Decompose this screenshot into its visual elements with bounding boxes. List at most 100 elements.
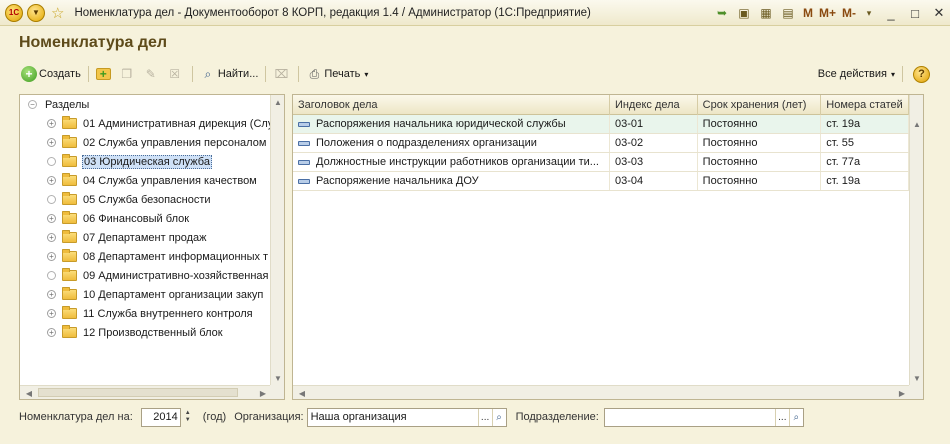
expand-icon[interactable]: + [47, 290, 56, 299]
tree-item[interactable]: +08 Департамент информационных т [20, 247, 270, 266]
expand-icon[interactable]: + [47, 176, 56, 185]
organization-field[interactable]: Наша организация ... ⌕ [306, 407, 507, 427]
cancel-search-button[interactable]: ⌧ [270, 63, 294, 85]
tree-item-label: 06 Финансовый блок [83, 212, 190, 225]
column-header-articles[interactable]: Номера статей [821, 95, 909, 115]
folder-icon [62, 135, 77, 148]
year-stepper[interactable]: ▲ ▼ [183, 409, 193, 426]
tree-item[interactable]: 03 Юридическая служба [20, 152, 270, 171]
expand-icon[interactable]: + [47, 233, 56, 242]
cell-text: ст. 19а [826, 118, 861, 130]
expand-icon[interactable]: + [47, 214, 56, 223]
scroll-right-icon[interactable]: ▶ [895, 386, 909, 400]
form-title: Номенклатура дел [19, 34, 168, 51]
table-row[interactable]: Должностные инструкции работников органи… [293, 153, 909, 172]
table-cell-articles: ст. 19а [821, 115, 909, 133]
cell-text: 03-03 [614, 156, 644, 168]
help-icon[interactable]: ? [913, 65, 930, 83]
spin-up-icon[interactable]: ▲ [185, 410, 191, 417]
scroll-corner [909, 385, 923, 399]
expand-icon[interactable]: + [47, 328, 56, 337]
tree-item[interactable]: +02 Служба управления персоналом [20, 133, 270, 152]
department-select-button[interactable]: ... [774, 408, 789, 426]
organization-select-button[interactable]: ... [477, 408, 492, 426]
print-button[interactable]: ⎙ Печать ▾ [303, 63, 371, 85]
column-header-title[interactable]: Заголовок дела [293, 95, 610, 115]
find-button[interactable]: ⌕ Найти... [197, 63, 262, 85]
tree-item[interactable]: +11 Служба внутреннего контроля [20, 304, 270, 323]
column-header-term[interactable]: Срок хранения (лет) [698, 95, 822, 115]
cell-text: ст. 55 [826, 137, 854, 149]
memory-m-button[interactable]: M [803, 6, 813, 20]
memory-m-plus-button[interactable]: M+ [819, 6, 836, 20]
cell-text: ст. 77а [826, 156, 861, 168]
table-cell-term: Постоянно [698, 172, 822, 190]
maximize-button[interactable]: □ [904, 3, 926, 23]
table-cell-title: Должностные инструкции работников органи… [293, 153, 610, 171]
scroll-right-icon[interactable]: ▶ [256, 386, 270, 400]
tree-item[interactable]: +04 Служба управления качеством [20, 171, 270, 190]
app-logo-icon[interactable]: 1С [5, 3, 23, 22]
copy-button[interactable]: ❐ [116, 63, 140, 85]
scroll-left-icon[interactable]: ◀ [295, 386, 309, 400]
cases-table[interactable]: Заголовок дела Индекс дела Срок хранения… [292, 94, 924, 400]
collapse-icon[interactable]: − [28, 100, 37, 109]
all-actions-button[interactable]: Все действия ▾ [815, 63, 898, 85]
scroll-up-icon[interactable]: ▲ [910, 117, 924, 131]
year-field[interactable]: 2014 [140, 407, 181, 427]
tree-item[interactable]: 09 Административно-хозяйственная [20, 266, 270, 285]
favorites-star-icon[interactable]: ☆ [51, 4, 64, 22]
save-link-icon[interactable]: ▣ [735, 4, 753, 22]
search-icon[interactable]: ⌕ [788, 408, 803, 426]
create-button[interactable]: + Создать [18, 63, 84, 85]
expand-icon[interactable]: + [47, 252, 56, 261]
case-icon [298, 140, 310, 146]
scroll-left-icon[interactable]: ◀ [22, 386, 36, 400]
edit-button[interactable]: ✎ [140, 63, 164, 85]
table-row[interactable]: Распоряжения начальника юридической служ… [293, 115, 909, 134]
calendar-icon[interactable]: ▤ [779, 4, 797, 22]
tree-item[interactable]: +07 Департамент продаж [20, 228, 270, 247]
main-menu-button[interactable]: ▼ [27, 3, 45, 22]
table-cell-term: Постоянно [698, 115, 822, 133]
close-button[interactable]: ✕ [928, 3, 950, 23]
folder-icon [62, 325, 77, 338]
table-row[interactable]: Положения о подразделениях организации 03… [293, 134, 909, 153]
cell-text: Положения о подразделениях организации [316, 137, 537, 149]
back-arrow-icon[interactable]: ➥ [713, 4, 731, 22]
scroll-down-icon[interactable]: ▼ [271, 371, 285, 385]
chevron-down-icon[interactable]: ▾ [860, 4, 878, 22]
expand-icon[interactable]: + [47, 309, 56, 318]
table-vertical-scrollbar[interactable]: ▲ ▼ [909, 95, 923, 385]
expand-icon[interactable]: + [47, 138, 56, 147]
search-icon[interactable]: ⌕ [491, 408, 506, 426]
tree-item[interactable]: +10 Департамент организации закуп [20, 285, 270, 304]
memory-m-minus-button[interactable]: M- [842, 6, 856, 20]
spin-down-icon[interactable]: ▼ [185, 417, 191, 424]
copy-icon: ❐ [121, 67, 133, 81]
tree-vertical-scrollbar[interactable]: ▲ ▼ [270, 95, 284, 385]
tree-item[interactable]: +06 Финансовый блок [20, 209, 270, 228]
all-actions-label: Все действия [817, 68, 887, 80]
calculator-icon[interactable]: ▦ [757, 4, 775, 22]
table-cell-index: 03-04 [610, 172, 698, 190]
delete-mark-button[interactable]: ☒ [164, 63, 188, 85]
search-icon: ⌕ [204, 66, 212, 81]
tree-item[interactable]: +01 Административная дирекция (Служ [20, 114, 270, 133]
tree-horizontal-scrollbar[interactable]: ◀ ▶ [20, 385, 270, 399]
tree-root-item[interactable]: − Разделы [20, 95, 270, 114]
table-horizontal-scrollbar[interactable]: ◀ ▶ [293, 385, 909, 399]
scroll-thumb[interactable] [38, 388, 238, 397]
table-row[interactable]: Распоряжение начальника ДОУ 03-04 Постоянн… [293, 172, 909, 191]
scroll-down-icon[interactable]: ▼ [910, 371, 924, 385]
column-header-index[interactable]: Индекс дела [610, 95, 698, 115]
create-folder-button[interactable]: + [93, 63, 116, 85]
tree-item[interactable]: 05 Служба безопасности [20, 190, 270, 209]
sections-tree[interactable]: − Разделы +01 Административная дирекция … [19, 94, 285, 400]
scroll-up-icon[interactable]: ▲ [271, 95, 285, 109]
minimize-button[interactable]: _ [880, 3, 902, 23]
expand-icon[interactable]: + [47, 119, 56, 128]
year-value: 2014 [153, 411, 178, 423]
department-field[interactable]: ... ⌕ [603, 407, 804, 427]
tree-item[interactable]: +12 Производственный блок [20, 323, 270, 342]
